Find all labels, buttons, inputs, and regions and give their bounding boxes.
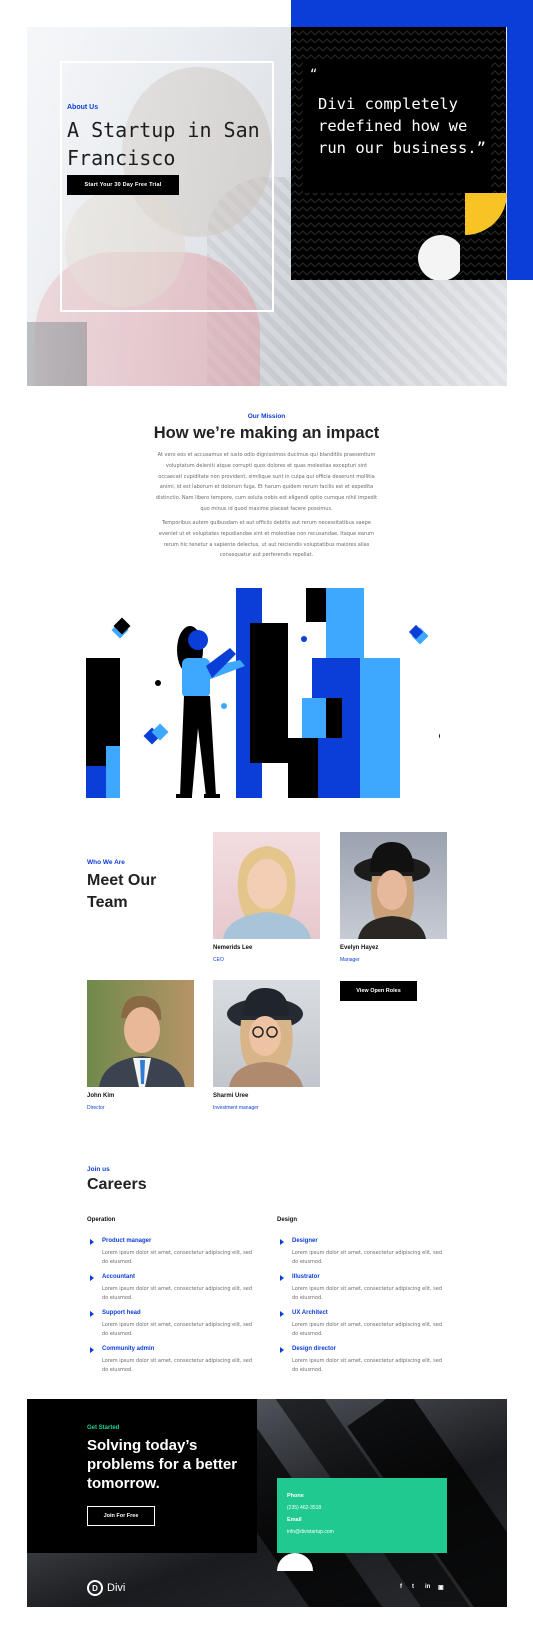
careers-kicker: Join us bbox=[87, 1166, 110, 1173]
testimonial-quote: Divi completely redefined how we run our… bbox=[318, 95, 486, 157]
team-kicker: Who We Are bbox=[87, 859, 125, 866]
arrow-right-icon bbox=[280, 1347, 284, 1353]
team-photo-nemerids-lee bbox=[213, 832, 320, 939]
divi-logo-text[interactable]: Divi bbox=[107, 1580, 125, 1596]
hero-title: A Startup in San Francisco bbox=[67, 118, 260, 170]
arrow-right-icon bbox=[280, 1275, 284, 1281]
view-open-roles-button[interactable]: View Open Roles bbox=[340, 981, 417, 1001]
member-name: John Kim bbox=[87, 1093, 115, 1099]
arrow-right-icon bbox=[90, 1275, 94, 1281]
white-semicircle bbox=[418, 235, 460, 280]
member-name: Sharmi Uree bbox=[213, 1093, 249, 1099]
job-illustrator[interactable]: Illustrator bbox=[292, 1274, 320, 1280]
email-value[interactable]: info@divistartup.com bbox=[287, 1529, 334, 1535]
arrow-right-icon bbox=[280, 1239, 284, 1245]
arrow-right-icon bbox=[90, 1311, 94, 1317]
member-role: Manager bbox=[340, 957, 360, 963]
job-description: Lorem ipsum dolor sit amet, consectetur … bbox=[102, 1358, 252, 1373]
join-for-free-button[interactable]: Join For Free bbox=[87, 1506, 155, 1526]
member-name: Nemerids Lee bbox=[213, 945, 253, 951]
team-photo-john-kim bbox=[87, 980, 194, 1087]
email-label: Email bbox=[287, 1517, 302, 1523]
footer-title: Solving today’s problems for a better to… bbox=[87, 1437, 238, 1492]
team-photo-sharmi-uree bbox=[213, 980, 320, 1087]
column-heading-operation: Operation bbox=[87, 1217, 116, 1223]
hero-kicker: About Us bbox=[67, 104, 99, 111]
team-photo-evelyn-hayez bbox=[340, 832, 447, 939]
divi-logo-icon[interactable]: D bbox=[87, 1580, 103, 1596]
linkedin-icon[interactable]: in bbox=[425, 1584, 430, 1590]
quote-mark: “ bbox=[310, 67, 318, 81]
mission-paragraph-1: At vero eos et accusamus et iusto odio d… bbox=[155, 452, 378, 512]
member-role: CEO bbox=[213, 957, 224, 963]
job-community-admin[interactable]: Community admin bbox=[102, 1346, 154, 1352]
arrow-right-icon bbox=[90, 1347, 94, 1353]
member-role: Investment manager bbox=[213, 1105, 259, 1111]
job-support-head[interactable]: Support head bbox=[102, 1310, 141, 1316]
twitter-icon[interactable]: t bbox=[412, 1584, 414, 1590]
job-accountant[interactable]: Accountant bbox=[102, 1274, 135, 1280]
mission-kicker: Our Mission bbox=[247, 413, 286, 420]
free-trial-button[interactable]: Start Your 30 Day Free Trial bbox=[67, 175, 179, 195]
job-ux-architect[interactable]: UX Architect bbox=[292, 1310, 328, 1316]
team-illustration bbox=[86, 588, 440, 798]
footer-kicker: Get Started bbox=[87, 1425, 120, 1431]
contact-card: Phone (235) 462-3518 Email info@divistar… bbox=[277, 1478, 447, 1553]
member-name: Evelyn Hayez bbox=[340, 945, 379, 951]
mission-paragraph-2: Temporibus autem quibusdam et aut offici… bbox=[158, 520, 375, 559]
careers-title: Careers bbox=[87, 1176, 147, 1193]
job-design-director[interactable]: Design director bbox=[292, 1346, 336, 1352]
facebook-icon[interactable]: f bbox=[400, 1584, 402, 1590]
phone-value[interactable]: (235) 462-3518 bbox=[287, 1505, 321, 1511]
job-description: Lorem ipsum dolor sit amet, consectetur … bbox=[102, 1286, 252, 1301]
team-title: Meet Our Team bbox=[87, 872, 157, 911]
job-description: Lorem ipsum dolor sit amet, consectetur … bbox=[292, 1250, 442, 1265]
job-description: Lorem ipsum dolor sit amet, consectetur … bbox=[292, 1286, 442, 1301]
job-description: Lorem ipsum dolor sit amet, consectetur … bbox=[102, 1322, 252, 1337]
yellow-quarter-circle bbox=[465, 193, 507, 235]
phone-label: Phone bbox=[287, 1493, 304, 1499]
arrow-right-icon bbox=[280, 1311, 284, 1317]
instagram-icon[interactable]: ▣ bbox=[438, 1584, 444, 1591]
column-heading-design: Design bbox=[277, 1217, 298, 1223]
job-description: Lorem ipsum dolor sit amet, consectetur … bbox=[102, 1250, 252, 1265]
job-description: Lorem ipsum dolor sit amet, consectetur … bbox=[292, 1322, 442, 1337]
job-description: Lorem ipsum dolor sit amet, consectetur … bbox=[292, 1358, 442, 1373]
job-designer[interactable]: Designer bbox=[292, 1238, 318, 1244]
white-semicircle bbox=[277, 1553, 313, 1571]
job-product-manager[interactable]: Product manager bbox=[102, 1238, 151, 1244]
arrow-right-icon bbox=[90, 1239, 94, 1245]
member-role: Director bbox=[87, 1105, 105, 1111]
mission-title: How we’re making an impact bbox=[153, 424, 380, 442]
